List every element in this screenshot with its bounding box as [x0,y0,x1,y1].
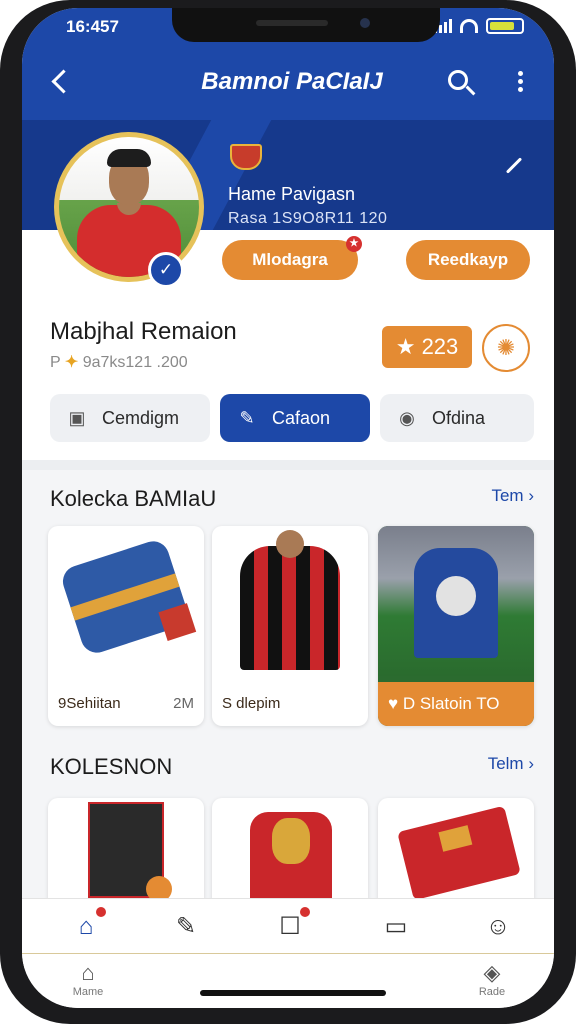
profile-meta: P ✦ 9a7ks121 .200 [50,352,188,372]
card-caption-text: 9Sehiitan [58,695,121,712]
collection2-card-2[interactable] [212,798,368,908]
collection2-title: KOLESNON [50,754,173,779]
wifi-icon [460,19,478,33]
tab-bar: ⌂ ✎ ☐ ▭ ☺ [22,898,554,954]
scarf-image [48,526,204,676]
badge-primary-button[interactable]: Mlodagra ★ [222,236,362,280]
see-all-label: Tem [491,486,524,505]
app-screen: 16:457 Bamnoi PaCIaIJ Hame Pavigasn Rasa… [22,8,554,1008]
house-icon: ⌂ [81,960,95,985]
page-title: Bamnoi PaCIaIJ [201,68,383,95]
badge-secondary-label: Reedkayp [427,250,509,269]
collection-see-all-link[interactable]: Tem › [491,486,534,506]
card-caption: 9Sehiitan 2M [48,682,204,726]
more-options-button[interactable] [510,68,530,98]
search-button[interactable] [446,68,478,100]
tab-home[interactable]: ⌂ [68,907,106,945]
collection-card-2[interactable]: S dlepim [212,526,368,726]
tab-orders[interactable]: ▭ [378,909,414,945]
chat-icon: ▣ [68,408,86,428]
star-notification-icon: ★ [346,236,362,252]
action-label-2: Cafaon [272,408,331,428]
flag-image [250,812,332,902]
wifi-signal-icon: ◉ [399,408,415,428]
collection-card-3[interactable]: ♥ D Slatoin TO [378,526,534,726]
activity-icon: ✎ [175,913,197,940]
section-divider [22,460,554,470]
action-label-1: Cemdigm [102,408,180,428]
card-caption: ♥ D Slatoin TO [378,682,534,726]
user-icon: ☺ [485,913,511,940]
badge-primary-label: Mlodagra [252,250,328,269]
coin-icon: ✦ [64,354,79,371]
home-icon: ⌂ [78,913,94,940]
profile-id: Rasa 1S9O8R11 120 [228,210,388,227]
verified-badge-icon: ✓ [148,252,184,288]
card-caption-text: S dlepim [222,695,281,712]
player-kit-image [378,526,534,676]
club-crest-icon [230,144,262,170]
avatar[interactable] [54,132,204,282]
award-icon: ✺ [496,335,516,360]
card-caption-text: D Slatoin TO [402,694,500,713]
meta-prefix: P [50,354,61,371]
tab-profile[interactable]: ☺ [480,909,516,945]
bottom-bar: ⌂ Mame ◈ Rade [22,954,554,1008]
tab-activity[interactable]: ✎ [168,909,204,945]
tab-notifications[interactable]: ☐ [272,907,310,945]
badge-secondary-button[interactable]: Reedkayp [406,240,530,280]
collection2-card-1[interactable] [48,798,204,908]
bottom-tab-info-label: Rade [478,986,506,998]
pencil-icon: ✎ [239,408,255,428]
notch [172,8,440,42]
bottom-tab-home-label: Mame [72,986,104,998]
full-name: Mabjhal Remaion [50,318,237,345]
score-badge[interactable]: ★ 223 [382,326,472,368]
jersey-image [212,526,368,676]
home-indicator [200,990,386,996]
award-button[interactable]: ✺ [482,324,530,372]
battery-icon [486,18,524,34]
see-all-label: Telm [487,754,524,773]
boxset-image [88,802,172,902]
clipboard-icon: ▭ [384,913,408,940]
score-value: 223 [421,334,459,359]
chevron-right-icon: › [528,754,534,773]
collection2-card-3[interactable] [378,798,534,908]
action-label-3: Ofdina [432,408,486,428]
phone-frame: 16:457 Bamnoi PaCIaIJ Hame Pavigasn Rasa… [0,0,576,1024]
notification-icon: ☐ [279,913,301,940]
collection2-see-all-link[interactable]: Telm › [488,754,534,774]
profile-display-name: Hame Pavigasn [228,184,356,204]
status-icons [434,18,524,34]
star-icon: ★ [395,334,422,359]
action-button-1[interactable]: ▣ Cemdigm [50,394,210,442]
meta-text: 9a7ks121 .200 [82,354,188,371]
edit-profile-button[interactable] [500,154,526,180]
towel-image [397,805,521,901]
collection-title: Kolecka BAMIaU [50,486,217,511]
card-price: 2M [173,695,194,712]
top-nav: Bamnoi PaCIaIJ [22,58,554,106]
heart-icon: ♥ [388,694,403,713]
action-button-2[interactable]: ✎ Cafaon [220,394,370,442]
collection-card-1[interactable]: 9Sehiitan 2M [48,526,204,726]
back-button[interactable] [46,66,76,98]
bottom-tab-home[interactable]: ⌂ Mame [58,960,118,998]
card-caption: S dlepim [212,682,368,726]
shield-icon: ◈ [483,960,501,985]
action-button-3[interactable]: ◉ Ofdina [380,394,534,442]
status-time: 16:457 [66,17,119,36]
bottom-tab-info[interactable]: ◈ Rade [462,960,522,998]
chevron-right-icon: › [528,486,534,505]
